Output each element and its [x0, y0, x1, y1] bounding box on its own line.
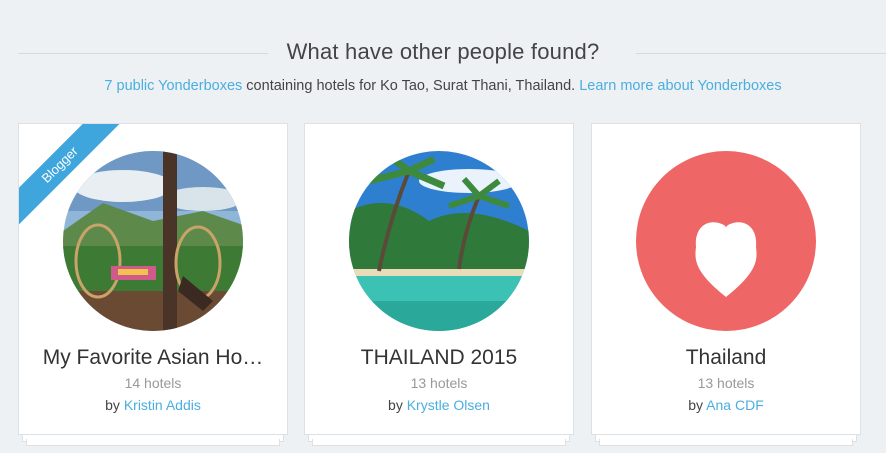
- card-title[interactable]: My Favorite Asian Ho…: [29, 346, 277, 370]
- card-title[interactable]: THAILAND 2015: [315, 346, 563, 370]
- author-link[interactable]: Ana CDF: [706, 397, 764, 413]
- card-byline: by Kristin Addis: [105, 397, 201, 413]
- divider-right: [636, 53, 886, 54]
- yonderbox-card[interactable]: My Favorite Asian Ho… 14 hotels by Krist…: [18, 123, 288, 453]
- summary-text: containing hotels for Ko Tao, Surat Than…: [242, 78, 580, 94]
- learn-more-link[interactable]: Learn more about Yonderboxes: [579, 78, 781, 94]
- section-title: What have other people found?: [286, 39, 600, 64]
- heart-icon: [695, 222, 757, 297]
- yonderbox-summary: 7 public Yonderboxes containing hotels f…: [0, 78, 886, 94]
- public-yonderboxes-link[interactable]: 7 public Yonderboxes: [104, 78, 242, 94]
- card-photo[interactable]: [63, 151, 243, 331]
- card-stack-shadow: [26, 439, 280, 446]
- card-heart-circle[interactable]: [636, 151, 816, 331]
- card-byline: by Ana CDF: [688, 397, 764, 413]
- yonderbox-card[interactable]: THAILAND 2015 13 hotels by Krystle Olsen: [304, 123, 574, 453]
- card-photo[interactable]: [349, 151, 529, 331]
- hotel-count: 13 hotels: [410, 375, 468, 391]
- card-stack-shadow: [312, 439, 566, 446]
- card-stack-shadow: [599, 439, 853, 446]
- yonderbox-card[interactable]: Thailand 13 hotels by Ana CDF: [591, 123, 861, 453]
- section-header: What have other people found?: [0, 34, 886, 74]
- card-byline: by Krystle Olsen: [388, 397, 490, 413]
- hotel-count: 13 hotels: [697, 375, 755, 391]
- author-link[interactable]: Krystle Olsen: [407, 397, 490, 413]
- author-link[interactable]: Kristin Addis: [124, 397, 201, 413]
- hotel-count: 14 hotels: [124, 375, 182, 391]
- card-title[interactable]: Thailand: [602, 346, 850, 370]
